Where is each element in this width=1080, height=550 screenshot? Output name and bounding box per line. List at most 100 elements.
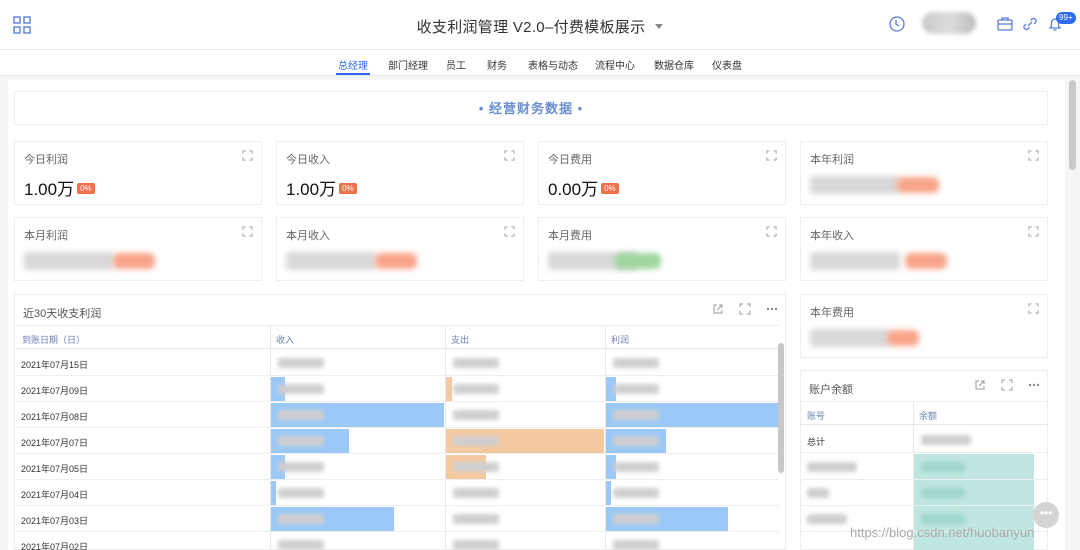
table-row[interactable]: 2021年07月05日 — [15, 454, 779, 480]
card-value-obscured — [810, 176, 900, 194]
card-label: 本年费用 — [810, 307, 854, 319]
obscured-account — [807, 514, 847, 524]
expand-icon[interactable] — [1028, 303, 1039, 314]
change-badge: 0% — [77, 183, 95, 195]
table-row[interactable]: 2021年07月08日 — [15, 402, 779, 428]
obscured-income-value — [278, 488, 324, 498]
card-label: 本年利润 — [810, 154, 854, 166]
table-row[interactable]: 2021年07月09日 — [15, 376, 779, 402]
tab-data-warehouse[interactable]: 数据仓库 — [654, 57, 694, 72]
obscured-account — [807, 488, 829, 498]
change-badge: 0% — [339, 183, 357, 195]
more-options-icon[interactable] — [766, 303, 778, 315]
panel-title: 账户余额 — [809, 384, 853, 396]
obscured-expense-value — [453, 540, 499, 550]
card-label: 今日利润 — [24, 154, 68, 166]
obscured-expense-value — [453, 488, 499, 498]
card-value-obscured — [24, 252, 114, 270]
chevron-down-icon — [655, 23, 664, 29]
tab-tables-activity[interactable]: 表格与动态 — [528, 57, 578, 72]
table-row[interactable] — [801, 480, 1047, 506]
expand-icon[interactable] — [1001, 379, 1013, 391]
table-row[interactable]: 2021年07月02日 — [15, 532, 779, 550]
table-row[interactable]: 2021年07月15日 — [15, 350, 779, 376]
expand-icon[interactable] — [739, 303, 751, 315]
expand-icon[interactable] — [504, 150, 515, 161]
obscured-value — [921, 435, 971, 445]
column-header-account[interactable]: 账号 — [807, 409, 825, 422]
expand-icon[interactable] — [766, 150, 777, 161]
column-header-profit[interactable]: 利润 — [611, 333, 629, 346]
app-title-dropdown[interactable]: 收支利润管理 V2.0–付费模板展示 — [417, 16, 664, 37]
table-row[interactable]: 2021年07月04日 — [15, 480, 779, 506]
more-options-icon: ••• — [1039, 506, 1053, 520]
card-label: 本年收入 — [810, 230, 854, 242]
change-badge-obscured — [905, 253, 947, 269]
clock-icon[interactable] — [888, 15, 906, 33]
row-date: 2021年07月09日 — [21, 386, 89, 396]
open-external-icon[interactable] — [712, 303, 724, 315]
more-options-icon[interactable] — [1028, 379, 1040, 391]
obscured-income-value — [278, 358, 324, 368]
change-badge-obscured — [615, 253, 661, 269]
change-badge-obscured — [897, 177, 939, 193]
obscured-profit-value — [613, 462, 659, 472]
link-icon[interactable] — [1021, 15, 1039, 33]
table-row[interactable]: 2021年07月03日 — [15, 506, 779, 532]
card-label: 今日收入 — [286, 154, 330, 166]
column-header-date[interactable]: 到账日期（日） — [22, 333, 85, 346]
expand-icon[interactable] — [1028, 150, 1039, 161]
page-scrollbar[interactable] — [1069, 80, 1076, 170]
card-value-obscured — [810, 329, 890, 347]
tab-department-manager[interactable]: 部门经理 — [388, 57, 428, 72]
card-label: 今日费用 — [548, 154, 592, 166]
obscured-income-value — [278, 384, 324, 394]
income-bar — [271, 481, 276, 505]
column-header-income[interactable]: 收入 — [276, 333, 294, 346]
expand-icon[interactable] — [766, 226, 777, 237]
obscured-profit-value — [613, 436, 659, 446]
obscured-profit-value — [613, 358, 659, 368]
tab-dashboard[interactable]: 仪表盘 — [712, 57, 742, 72]
table-row[interactable] — [801, 454, 1047, 480]
table-row[interactable]: 2021年07月07日 — [15, 428, 779, 454]
expense-bar — [446, 377, 452, 401]
briefcase-icon[interactable] — [996, 15, 1014, 33]
obscured-income-value — [278, 540, 324, 550]
card-value-obscured — [810, 252, 900, 270]
change-badge-obscured — [375, 253, 417, 269]
floating-more-button[interactable]: ••• — [1033, 502, 1059, 528]
tab-finance[interactable]: 财务 — [487, 57, 507, 72]
tab-general-manager[interactable]: 总经理 — [336, 57, 370, 75]
row-date: 2021年07月04日 — [21, 490, 89, 500]
obscured-profit-value — [613, 384, 659, 394]
tab-employee[interactable]: 员工 — [446, 57, 466, 72]
open-external-icon[interactable] — [974, 379, 986, 391]
row-date: 2021年07月05日 — [21, 464, 89, 474]
card-year-income: 本年收入 — [800, 217, 1048, 281]
expand-icon[interactable] — [504, 226, 515, 237]
obscured-expense-value — [453, 436, 499, 446]
expand-icon[interactable] — [1028, 226, 1039, 237]
column-header-expense[interactable]: 支出 — [451, 333, 469, 346]
table-row[interactable]: 总计 — [801, 427, 1047, 453]
expand-icon[interactable] — [242, 226, 253, 237]
tab-workflow-center[interactable]: 流程中心 — [595, 57, 635, 72]
row-date: 2021年07月03日 — [21, 516, 89, 526]
obscured-account — [807, 462, 857, 472]
obscured-value — [921, 462, 965, 472]
user-avatar[interactable] — [922, 12, 976, 34]
card-label: 本月收入 — [286, 230, 330, 242]
recent-30-days-panel: 近30天收支利润 到账日期（日） 收入 支出 利润 2021年07月15日 202… — [14, 294, 786, 550]
card-today-income: 今日收入 1.00万 0% — [276, 141, 524, 205]
card-value-obscured — [286, 252, 376, 270]
row-date: 2021年07月02日 — [21, 542, 89, 550]
watermark: https://blog.csdn.net/huobanyun — [850, 525, 1035, 540]
table-scrollbar[interactable] — [778, 343, 784, 473]
expand-icon[interactable] — [242, 150, 253, 161]
obscured-income-value — [278, 410, 324, 420]
card-month-expense: 本月费用 — [538, 217, 786, 281]
obscured-income-value — [278, 462, 324, 472]
section-title: • 经营财务数据 • — [14, 91, 1048, 125]
column-header-balance[interactable]: 余额 — [919, 409, 937, 422]
